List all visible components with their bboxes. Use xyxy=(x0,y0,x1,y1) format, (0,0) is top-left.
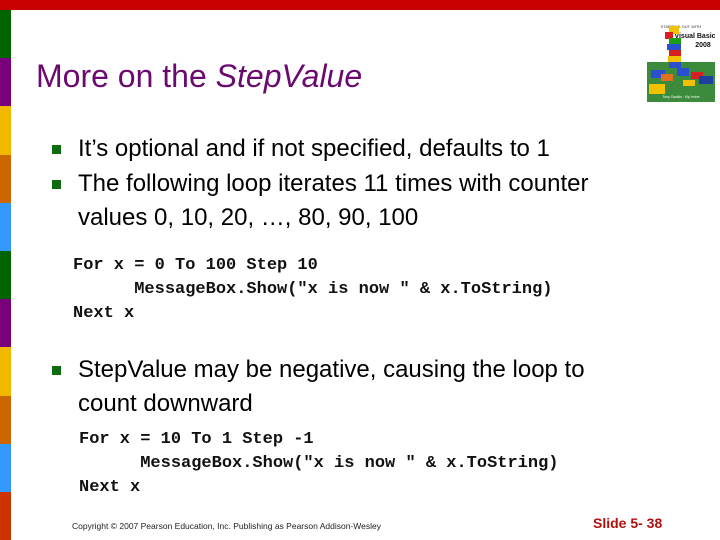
stripe xyxy=(0,10,11,59)
bullet-line: count downward xyxy=(78,390,253,417)
stripe xyxy=(0,202,11,251)
cover-authors: Tony Gaddis · Kip Irvine xyxy=(662,95,699,99)
stripe xyxy=(0,491,11,540)
bullet-marker xyxy=(52,145,61,154)
stripe xyxy=(0,250,11,300)
cover-series: STARTING OUT WITH xyxy=(661,24,702,29)
bullet-line: StepValue may be negative, causing the l… xyxy=(78,356,585,383)
stripe xyxy=(0,58,11,107)
bullet-marker xyxy=(52,366,61,375)
book-cover-image: STARTING OUT WITH Visual Basic 2008 Tony… xyxy=(647,18,715,102)
stripe xyxy=(0,154,11,203)
copyright-notice: Copyright © 2007 Pearson Education, Inc.… xyxy=(72,521,381,531)
slide-title: More on the StepValue xyxy=(36,58,362,95)
bullet-text: The following loop iterates 11 times wit… xyxy=(78,169,588,233)
svg-text:2008: 2008 xyxy=(695,42,711,49)
top-accent-bar xyxy=(0,0,720,10)
stripe xyxy=(0,395,11,444)
stripe xyxy=(0,299,11,348)
bullet-marker xyxy=(52,180,61,189)
slide-number: Slide 5- 38 xyxy=(593,515,663,531)
stripe xyxy=(0,443,11,492)
code-block: For x = 10 To 1 Step -1 MessageBox.Show(… xyxy=(79,430,559,497)
bullet-line: values 0, 10, 20, …, 80, 90, 100 xyxy=(78,204,419,231)
bullet-text: It’s optional and if not specified, defa… xyxy=(78,135,550,162)
bullet-text: StepValue may be negative, causing the l… xyxy=(78,355,585,419)
stripe xyxy=(0,347,11,396)
code-block: For x = 0 To 100 Step 10 MessageBox.Show… xyxy=(73,256,553,323)
lego-blocks-illustration: STARTING OUT WITH Visual Basic 2008 Tony… xyxy=(647,18,715,102)
bullet-line: The following loop iterates 11 times wit… xyxy=(78,170,589,197)
title-prefix: More on the xyxy=(36,58,216,94)
title-emphasis: StepValue xyxy=(215,58,363,94)
stripe xyxy=(0,106,11,155)
side-color-stripes xyxy=(0,10,11,540)
